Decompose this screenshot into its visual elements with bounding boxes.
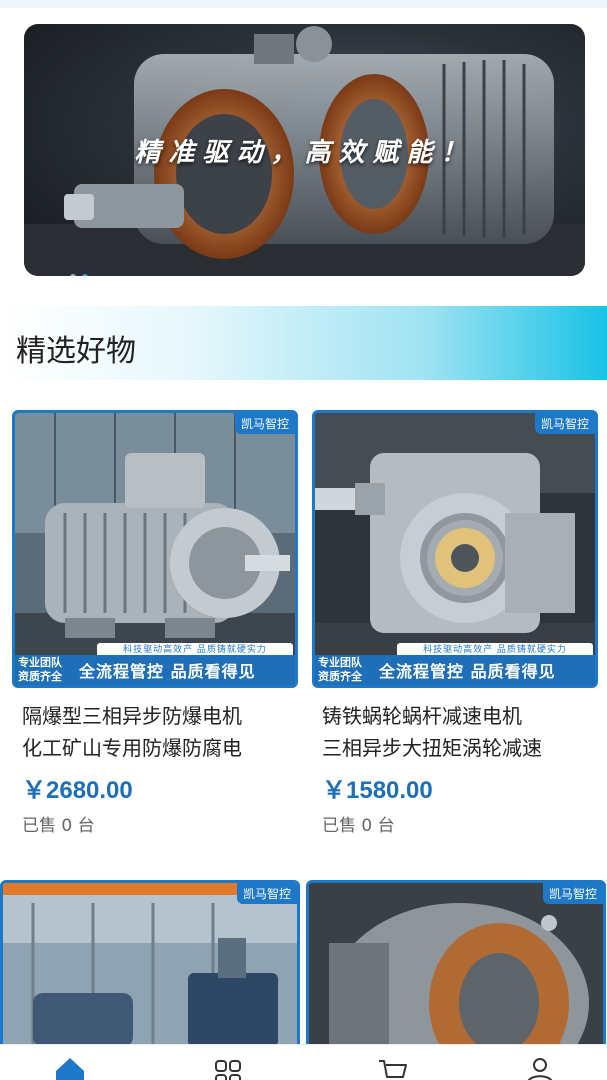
product-image[interactable]: 凯马智控 科技驱动高效产 品质铸就硬实力 专业团队 资质齐全 全流程管控 品质看… bbox=[12, 410, 298, 688]
brand-tag: 凯马智控 bbox=[236, 883, 297, 904]
section-title: 精选好物 bbox=[16, 334, 136, 369]
product-card[interactable]: 凯马智控 bbox=[0, 880, 300, 1050]
team-line-2: 资质齐全 bbox=[318, 670, 362, 683]
product-sold-count: 已售 0 台 bbox=[322, 816, 395, 836]
nav-category[interactable] bbox=[208, 1055, 248, 1080]
product-title-line-2: 三相异步大扭矩涡轮减速 bbox=[322, 736, 542, 760]
banner-caption: 精准驱动，高效赋能！ bbox=[134, 138, 475, 168]
image-promo-text: 全流程管控 品质看得见 bbox=[79, 662, 256, 681]
product-title-line-2: 化工矿山专用防爆防腐电 bbox=[22, 736, 242, 760]
product-title-line-1: 铸铁蜗轮蜗杆减速电机 bbox=[322, 704, 522, 728]
factory-motors-image bbox=[3, 883, 297, 1047]
cart-icon bbox=[379, 1060, 407, 1078]
user-icon bbox=[527, 1058, 553, 1080]
product-card[interactable]: 凯马智控 科技驱动高效产 品质铸就硬实力 专业团队 资质齐全 全流程管控 品质看… bbox=[312, 410, 598, 836]
product-card[interactable]: 凯马智控 bbox=[306, 880, 606, 1050]
nav-cart[interactable] bbox=[372, 1055, 412, 1080]
nav-profile[interactable] bbox=[520, 1055, 560, 1080]
motor-stator-image bbox=[309, 883, 603, 1047]
image-team-text: 专业团队 资质齐全 bbox=[315, 656, 379, 684]
image-promo-banner: 专业团队 资质齐全 全流程管控 品质看得见 bbox=[15, 655, 295, 685]
carousel-dot-active[interactable] bbox=[82, 274, 88, 276]
brand-tag: 凯马智控 bbox=[534, 413, 595, 434]
status-strip bbox=[0, 0, 607, 8]
product-card[interactable]: 凯马智控 科技驱动高效产 品质铸就硬实力 专业团队 资质齐全 全流程管控 品质看… bbox=[12, 410, 298, 836]
product-price: ￥2680.00 bbox=[22, 777, 133, 804]
product-title[interactable]: 隔爆型三相异步防爆电机 化工矿山专用防爆防腐电 bbox=[12, 700, 288, 764]
product-price: ￥1580.00 bbox=[322, 777, 433, 804]
image-promo-banner: 专业团队 资质齐全 全流程管控 品质看得见 bbox=[315, 655, 595, 685]
bottom-navigation bbox=[0, 1044, 607, 1080]
product-sold-count: 已售 0 台 bbox=[22, 816, 95, 836]
featured-section-header: 精选好物 bbox=[0, 306, 607, 380]
grid-icon bbox=[215, 1060, 241, 1080]
hero-banner[interactable]: 精准驱动，高效赋能！ bbox=[24, 24, 585, 276]
image-team-text: 专业团队 资质齐全 bbox=[15, 656, 79, 684]
image-promo-text: 全流程管控 品质看得见 bbox=[379, 662, 556, 681]
nav-home[interactable] bbox=[50, 1055, 90, 1080]
team-line-1: 专业团队 bbox=[318, 656, 362, 669]
brand-tag: 凯马智控 bbox=[542, 883, 603, 904]
home-icon bbox=[56, 1058, 84, 1080]
product-title-line-1: 隔爆型三相异步防爆电机 bbox=[22, 704, 242, 728]
carousel-dot[interactable] bbox=[70, 274, 76, 276]
team-line-1: 专业团队 bbox=[18, 656, 62, 669]
product-image[interactable]: 凯马智控 科技驱动高效产 品质铸就硬实力 专业团队 资质齐全 全流程管控 品质看… bbox=[312, 410, 598, 688]
carousel-indicator bbox=[70, 274, 88, 276]
team-line-2: 资质齐全 bbox=[18, 670, 62, 683]
product-title[interactable]: 铸铁蜗轮蜗杆减速电机 三相异步大扭矩涡轮减速 bbox=[312, 700, 588, 764]
brand-tag: 凯马智控 bbox=[234, 413, 295, 434]
